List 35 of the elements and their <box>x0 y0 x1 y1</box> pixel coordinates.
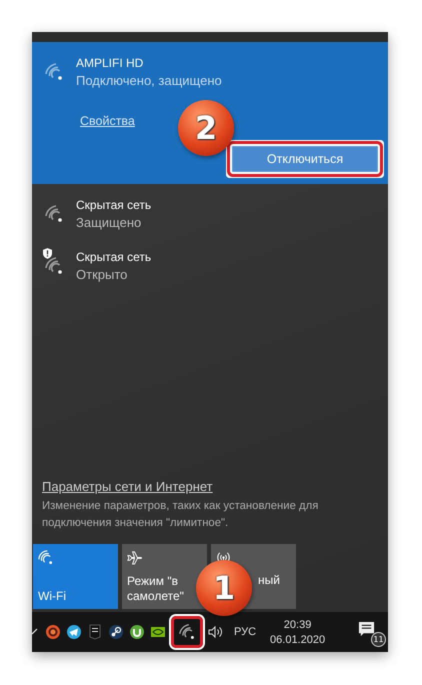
network-name: Скрытая сеть <box>76 198 152 212</box>
quick-action-tile[interactable]: Wi-Fi <box>33 544 118 609</box>
language-indicator[interactable]: РУС <box>234 626 256 638</box>
volume-icon[interactable] <box>208 624 224 640</box>
clock-date: 06.01.2020 <box>270 634 326 646</box>
paper-plane-icon[interactable] <box>66 624 82 640</box>
wifi-signal-icon <box>44 204 64 224</box>
wifi-signal-icon <box>44 62 64 82</box>
network-status: Подключено, защищено <box>76 73 222 88</box>
torrent-icon[interactable] <box>129 624 145 640</box>
tile-label: Режим "в самолете" <box>127 574 185 605</box>
network-item[interactable]: Скрытая сеть Защищено <box>44 198 376 230</box>
quick-action-tile[interactable]: Режим "в самолете" <box>122 544 207 609</box>
notification-count-badge: 11 <box>371 632 386 647</box>
eye-logo-icon[interactable] <box>150 624 166 640</box>
airplane-icon <box>127 550 142 565</box>
properties-link[interactable]: Свойства <box>80 114 135 128</box>
tile-label: Wi-Fi <box>38 589 67 605</box>
network-status: Открыто <box>76 267 128 282</box>
network-icon[interactable] <box>171 616 203 648</box>
wifi-signal-icon <box>44 256 64 276</box>
browser-icon[interactable] <box>45 624 61 640</box>
wifi-icon <box>38 550 53 565</box>
shield-logo-icon[interactable] <box>87 624 103 640</box>
network-name: AMPLIFI HD <box>76 56 144 70</box>
clock[interactable]: 20:39 06.01.2020 <box>270 618 326 646</box>
settings-description: Изменение параметров, таких как установление для подключения значения "лимитное". <box>42 499 320 532</box>
tile-label: ный <box>258 573 281 589</box>
steam-icon[interactable] <box>108 624 124 640</box>
notification-icon[interactable] <box>358 621 375 638</box>
network-status: Защищено <box>76 215 142 230</box>
network-item[interactable]: Скрытая сеть Открыто <box>44 250 376 282</box>
network-name: Скрытая сеть <box>76 250 152 264</box>
network-settings-link[interactable]: Параметры сети и Интернет <box>42 479 213 494</box>
clock-time: 20:39 <box>284 618 312 630</box>
